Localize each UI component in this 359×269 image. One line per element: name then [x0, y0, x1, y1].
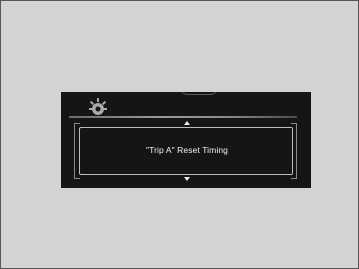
display-top-arc — [179, 92, 219, 95]
arrow-down-icon[interactable] — [184, 177, 190, 181]
menu-item-label: "Trip A" Reset Timing — [146, 145, 228, 155]
instrument-display: "Trip A" Reset Timing — [61, 92, 311, 188]
page-frame: "Trip A" Reset Timing — [0, 0, 359, 269]
arrow-up-icon[interactable] — [184, 121, 190, 125]
header-divider — [69, 116, 297, 118]
gear-icon — [89, 98, 107, 115]
